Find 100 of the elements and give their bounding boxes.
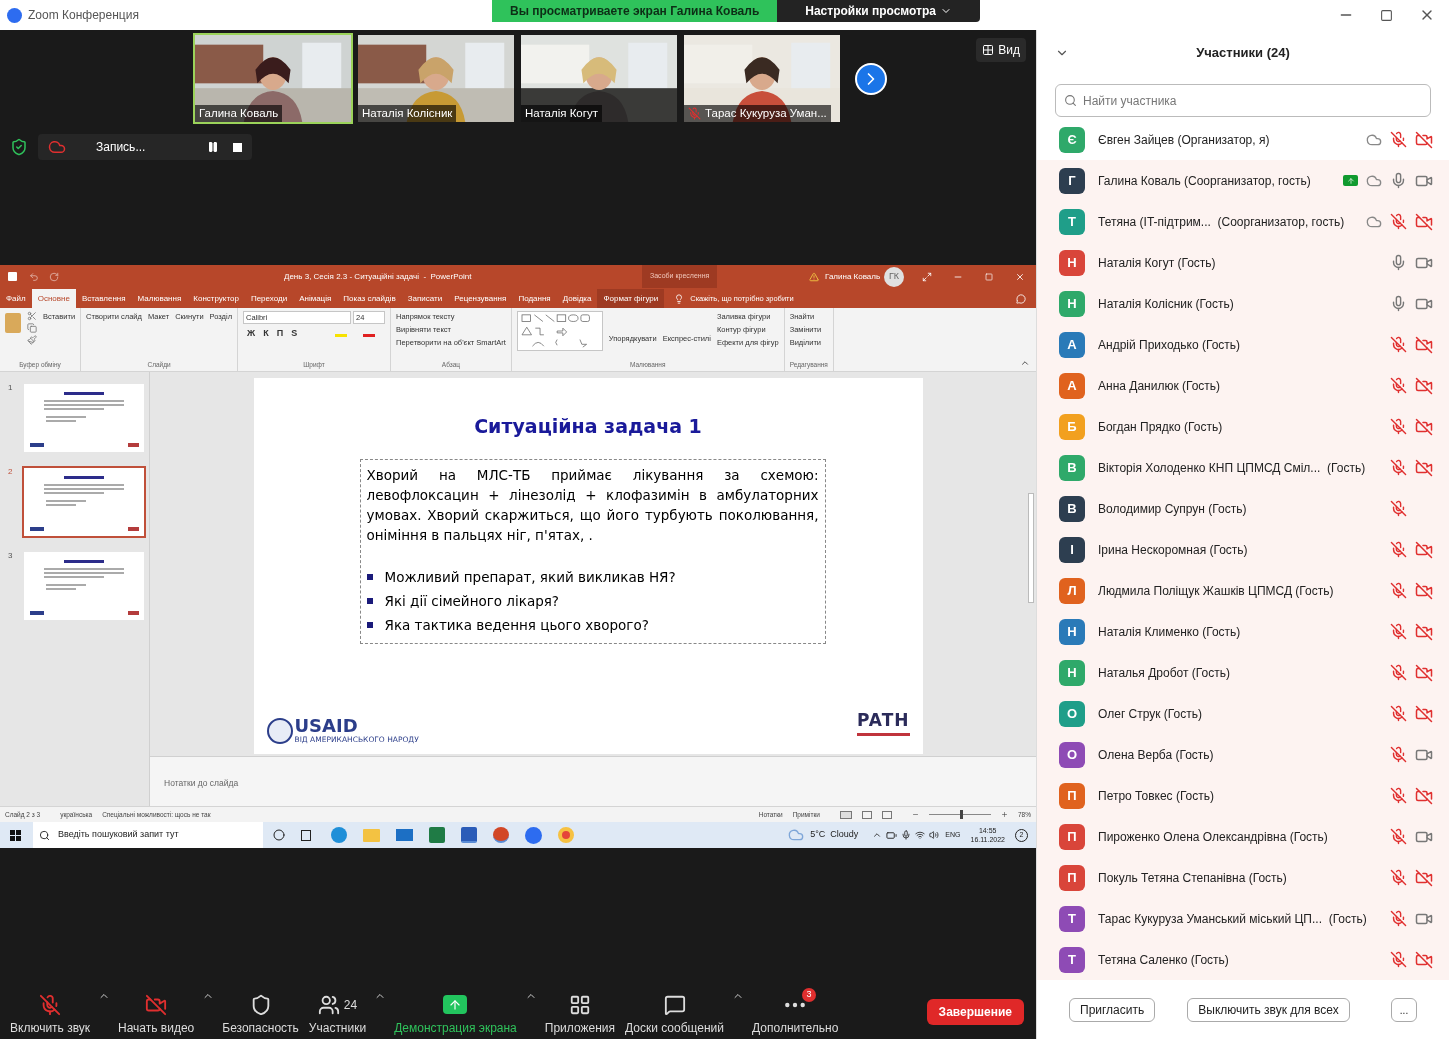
more-button[interactable]: ... xyxy=(1391,998,1417,1022)
participant-row[interactable]: Н Наталія Когут (Гость) xyxy=(1037,242,1449,283)
taskbar-search-field[interactable]: Введіть пошуковий запит тут xyxy=(33,822,263,848)
format-button[interactable]: К xyxy=(263,327,269,341)
participant-row[interactable]: Т Тетяна Саленко (Гость) xyxy=(1037,939,1449,980)
muted-mic-icon[interactable] xyxy=(1390,377,1407,394)
video-off-icon[interactable] xyxy=(1415,376,1433,395)
video-off-icon[interactable] xyxy=(1415,417,1433,436)
maximize-icon[interactable] xyxy=(1380,8,1393,22)
participant-row[interactable]: А Андрій Приходько (Гость) xyxy=(1037,324,1449,365)
participant-row[interactable]: Л Людмила Поліщук Жашків ЦПМСД (Гость) xyxy=(1037,570,1449,611)
video-off-icon[interactable] xyxy=(1415,335,1433,354)
text-box[interactable] xyxy=(359,458,826,644)
copy-icon[interactable] xyxy=(27,323,37,333)
video-tile[interactable]: Галина Коваль xyxy=(193,33,353,124)
format-button[interactable]: S xyxy=(291,327,298,341)
video-tile[interactable]: Наталія Когут xyxy=(519,33,679,124)
muted-mic-icon[interactable] xyxy=(1390,541,1407,558)
video-off-icon[interactable] xyxy=(1415,786,1433,805)
muted-mic-icon[interactable] xyxy=(1390,131,1407,148)
mic-icon[interactable] xyxy=(901,830,912,840)
ribbon-tab[interactable]: Довідка xyxy=(556,289,598,308)
video-off-icon[interactable] xyxy=(1415,663,1433,682)
comments-icon[interactable] xyxy=(1016,294,1026,304)
video-off-icon[interactable] xyxy=(1415,212,1433,231)
slide-thumbnail[interactable] xyxy=(22,466,146,538)
shapes-gallery-drawing[interactable] xyxy=(516,311,603,351)
muted-mic-icon[interactable] xyxy=(1390,910,1407,927)
video-tile[interactable]: Тарас Кукуруза Уман... xyxy=(682,33,842,124)
ribbon-tab[interactable]: Конструктор xyxy=(187,289,245,308)
muted-mic-icon[interactable] xyxy=(1390,951,1407,968)
ribbon-tab[interactable]: Рецензування xyxy=(448,289,513,308)
participant-row[interactable]: А Анна Данилюк (Гость) xyxy=(1037,365,1449,406)
participant-row[interactable]: Н Наталія Клименко (Гость) xyxy=(1037,611,1449,652)
participant-row[interactable]: В Володимир Супрун (Гость) xyxy=(1037,488,1449,529)
mic-icon[interactable] xyxy=(1390,295,1407,312)
muted-mic-icon[interactable] xyxy=(1390,418,1407,435)
mic-icon[interactable] xyxy=(1390,172,1407,189)
participant-row[interactable]: П Покуль Тетяна Степанівна (Гость) xyxy=(1037,857,1449,898)
ribbon-tab[interactable]: Файл xyxy=(0,289,32,308)
muted-mic-icon[interactable] xyxy=(1390,582,1407,599)
participant-row[interactable]: О Олег Струк (Гость) xyxy=(1037,693,1449,734)
speaker-icon[interactable] xyxy=(929,830,940,840)
ribbon-tab[interactable]: Малювання xyxy=(131,289,188,308)
participant-row[interactable]: П Петро Товкес (Гость) xyxy=(1037,775,1449,816)
toolbar-button[interactable]: Начать видео xyxy=(116,987,197,1037)
muted-mic-icon[interactable] xyxy=(1390,705,1407,722)
participant-row[interactable]: І Ірина Нескоромная (Гость) xyxy=(1037,529,1449,570)
ribbon-tab[interactable]: Записати xyxy=(401,289,449,308)
video-off-icon[interactable] xyxy=(1415,581,1433,600)
muted-mic-icon[interactable] xyxy=(1390,623,1407,640)
notes-field[interactable]: Нотатки до слайда xyxy=(164,778,239,788)
toolbar-button[interactable]: Демонстрация экрана xyxy=(392,987,519,1037)
ribbon-display-icon[interactable] xyxy=(922,271,932,282)
scrollbar-thumb[interactable] xyxy=(1028,493,1034,603)
video-off-icon[interactable] xyxy=(1415,540,1433,559)
collapse-ribbon-icon[interactable] xyxy=(1020,358,1030,368)
zoom-in-icon[interactable] xyxy=(1001,811,1008,818)
stop-icon[interactable] xyxy=(233,142,242,152)
close-icon[interactable] xyxy=(1015,271,1025,282)
muted-mic-icon[interactable] xyxy=(1390,869,1407,886)
muted-mic-icon[interactable] xyxy=(1390,664,1407,681)
invite-button[interactable]: Пригласить xyxy=(1069,998,1156,1022)
format-button[interactable]: П xyxy=(276,327,284,341)
toolbar-button[interactable]: Включить звук xyxy=(8,987,93,1037)
video-off-icon[interactable] xyxy=(1415,868,1433,887)
weather-text[interactable]: 5°C Cloudy xyxy=(810,828,859,842)
muted-mic-icon[interactable] xyxy=(1390,787,1407,804)
slide-thumbnail[interactable] xyxy=(22,550,146,622)
pause-icon[interactable] xyxy=(207,141,219,153)
ribbon-tab[interactable]: Анімація xyxy=(293,289,338,308)
video-off-icon[interactable] xyxy=(1415,950,1433,969)
muted-mic-icon[interactable] xyxy=(1390,459,1407,476)
muted-mic-icon[interactable] xyxy=(1390,213,1407,230)
toolbar-button[interactable]: Безопасность xyxy=(220,987,301,1037)
video-off-icon[interactable] xyxy=(1415,130,1433,149)
slide-thumbnail[interactable] xyxy=(22,382,146,454)
view-button[interactable]: Вид xyxy=(976,38,1026,62)
participant-row[interactable]: П Пироженко Олена Олександрівна (Гость) xyxy=(1037,816,1449,857)
zoom-out-icon[interactable] xyxy=(912,811,919,818)
ribbon-tab[interactable]: Основне xyxy=(31,289,76,308)
redo-icon[interactable] xyxy=(49,271,59,282)
toolbar-button[interactable]: 3 Дополнительно xyxy=(750,987,841,1037)
muted-mic-icon[interactable] xyxy=(1390,336,1407,353)
muted-mic-icon[interactable] xyxy=(1390,500,1407,517)
ribbon-tab[interactable]: Формат фігури xyxy=(597,289,665,308)
participant-row[interactable]: Т Тарас Кукуруза Уманський міський ЦП... (Гость) xyxy=(1037,898,1449,939)
muted-mic-icon[interactable] xyxy=(1390,746,1407,763)
battery-icon[interactable] xyxy=(886,829,898,841)
end-meeting-button[interactable]: Завершение xyxy=(926,999,1024,1025)
toolbar-button[interactable]: Приложения xyxy=(542,987,617,1037)
view-options-menu[interactable]: Настройки просмотра xyxy=(777,0,980,22)
next-page-button[interactable] xyxy=(855,63,887,95)
slide-sorter-icon[interactable] xyxy=(862,810,872,819)
wifi-icon[interactable] xyxy=(915,830,926,840)
ribbon-tab[interactable]: Переходи xyxy=(244,289,294,308)
format-painter-icon[interactable] xyxy=(27,335,37,345)
participant-row[interactable]: О Олена Верба (Гость) xyxy=(1037,734,1449,775)
toolbar-button[interactable]: 24 Участники xyxy=(306,987,369,1037)
muted-mic-icon[interactable] xyxy=(1390,828,1407,845)
